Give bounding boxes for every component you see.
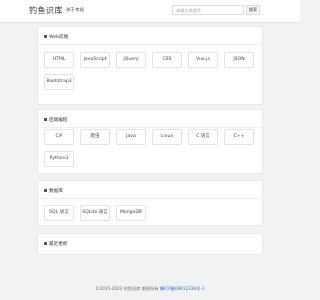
section-title: 后端编程 [44, 117, 67, 123]
tile-crawler[interactable]: 爬虫 [80, 129, 110, 145]
bullet-icon [44, 189, 47, 192]
tile-jquery[interactable]: jQuery [116, 52, 146, 68]
copyright-text: ©2015-2022 钓鱼识库 版权所有 [95, 286, 159, 291]
tile-css[interactable]: CSS [152, 52, 182, 68]
tile-sqlite[interactable]: SQLite 语言 [80, 205, 110, 221]
bullet-icon [44, 35, 47, 38]
divider [38, 127, 262, 128]
bullet-icon [44, 242, 47, 245]
top-header: 钓鱼识库 关于本站 搜索 [0, 0, 300, 23]
tile-javascript[interactable]: JavaScript [80, 52, 110, 68]
tile-c-language[interactable]: C 语言 [188, 129, 218, 145]
icp-link[interactable]: 豫ICP备09012336号-1 [160, 286, 205, 291]
tile-vuejs[interactable]: Vue.js [188, 52, 218, 68]
footer: ©2015-2022 钓鱼识库 版权所有 豫ICP备09012336号-1 [0, 286, 300, 292]
search-input[interactable] [172, 5, 244, 15]
tile-html[interactable]: HTML [44, 52, 74, 68]
section-backend: 后端编程 C# 爬虫 Java Linux C 语言 C++ Python3 [37, 109, 263, 174]
divider [38, 198, 262, 199]
site-logo[interactable]: 钓鱼识库 [29, 5, 63, 16]
tile-linux[interactable]: Linux [152, 129, 182, 145]
tile-bootstrap3[interactable]: Bootstrap3 [44, 74, 74, 90]
tile-java[interactable]: Java [116, 129, 146, 145]
tile-csharp[interactable]: C# [44, 129, 74, 145]
tile-cpp[interactable]: C++ [224, 129, 254, 145]
section-database: 数据库 SQL 语言 SQLite 语言 MongoDB [37, 180, 263, 226]
section-title: 最近更新 [44, 241, 67, 247]
tile-mongodb[interactable]: MongoDB [116, 205, 146, 221]
nav-about-link[interactable]: 关于本站 [66, 7, 84, 13]
tile-json[interactable]: JSON [224, 52, 254, 68]
bullet-icon [44, 118, 47, 121]
section-title: Web前端 [44, 34, 68, 40]
section-title: 数据库 [44, 188, 63, 194]
section-web-frontend: Web前端 HTML JavaScript jQuery CSS Vue.js … [37, 26, 263, 105]
search-button[interactable]: 搜索 [246, 5, 260, 15]
divider [38, 44, 262, 45]
section-recent-updates: 最近更新 [37, 233, 263, 255]
tile-python3[interactable]: Python3 [44, 151, 74, 167]
tile-sql[interactable]: SQL 语言 [44, 205, 74, 221]
